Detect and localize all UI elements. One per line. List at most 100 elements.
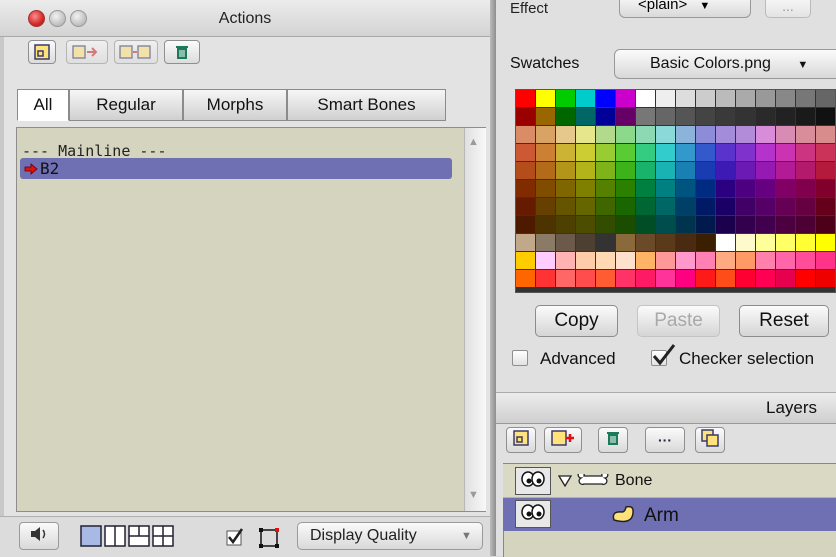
color-swatch[interactable] bbox=[756, 252, 775, 269]
color-swatch[interactable] bbox=[576, 108, 595, 125]
color-swatch-grid[interactable] bbox=[515, 89, 836, 293]
color-swatch[interactable] bbox=[796, 180, 815, 197]
color-swatch[interactable] bbox=[676, 126, 695, 143]
color-swatch[interactable] bbox=[536, 90, 555, 107]
color-swatch[interactable] bbox=[716, 162, 735, 179]
color-swatch[interactable] bbox=[736, 270, 755, 287]
checkbox-icon[interactable] bbox=[226, 527, 246, 552]
color-swatch[interactable] bbox=[656, 252, 675, 269]
color-swatch[interactable] bbox=[796, 234, 815, 251]
color-swatch[interactable] bbox=[596, 108, 615, 125]
color-swatch[interactable] bbox=[816, 90, 835, 107]
color-swatch[interactable] bbox=[696, 162, 715, 179]
color-swatch[interactable] bbox=[516, 234, 535, 251]
color-swatch[interactable] bbox=[696, 144, 715, 161]
color-swatch[interactable] bbox=[756, 216, 775, 233]
color-swatch[interactable] bbox=[776, 108, 795, 125]
color-swatch[interactable] bbox=[796, 108, 815, 125]
display-quality-select[interactable]: Display Quality bbox=[297, 522, 483, 550]
color-swatch[interactable] bbox=[656, 108, 675, 125]
color-swatch[interactable] bbox=[636, 126, 655, 143]
color-swatch[interactable] bbox=[736, 198, 755, 215]
color-swatch[interactable] bbox=[516, 108, 535, 125]
color-swatch[interactable] bbox=[716, 234, 735, 251]
color-swatch[interactable] bbox=[596, 216, 615, 233]
effect-select[interactable]: <plain> ▼ bbox=[619, 0, 751, 18]
color-swatch[interactable] bbox=[816, 216, 835, 233]
color-swatch[interactable] bbox=[736, 216, 755, 233]
color-swatch[interactable] bbox=[596, 162, 615, 179]
color-swatch[interactable] bbox=[696, 198, 715, 215]
color-swatch[interactable] bbox=[756, 126, 775, 143]
color-swatch[interactable] bbox=[596, 144, 615, 161]
color-swatch[interactable] bbox=[576, 198, 595, 215]
color-swatch[interactable] bbox=[616, 162, 635, 179]
color-swatch[interactable] bbox=[776, 252, 795, 269]
single-view-icon[interactable] bbox=[80, 525, 102, 552]
color-swatch[interactable] bbox=[516, 126, 535, 143]
color-swatch[interactable] bbox=[536, 270, 555, 287]
color-swatch[interactable] bbox=[556, 144, 575, 161]
bounding-box-icon[interactable] bbox=[258, 527, 280, 554]
color-swatch[interactable] bbox=[536, 108, 555, 125]
color-swatch[interactable] bbox=[556, 234, 575, 251]
color-swatch[interactable] bbox=[596, 126, 615, 143]
scroll-down-icon[interactable]: ▼ bbox=[468, 489, 479, 501]
color-swatch[interactable] bbox=[716, 144, 735, 161]
color-swatch[interactable] bbox=[756, 90, 775, 107]
color-swatch[interactable] bbox=[536, 162, 555, 179]
color-swatch[interactable] bbox=[776, 180, 795, 197]
color-swatch[interactable] bbox=[676, 216, 695, 233]
add-layer-button[interactable] bbox=[544, 427, 582, 453]
list-item-b2[interactable] bbox=[20, 158, 452, 179]
color-swatch[interactable] bbox=[796, 90, 815, 107]
color-swatch[interactable] bbox=[656, 216, 675, 233]
color-swatch[interactable] bbox=[756, 198, 775, 215]
disclosure-triangle-icon[interactable] bbox=[557, 474, 573, 492]
color-swatch[interactable] bbox=[536, 216, 555, 233]
color-swatch[interactable] bbox=[636, 216, 655, 233]
color-swatch[interactable] bbox=[576, 270, 595, 287]
tab-all[interactable]: All bbox=[17, 89, 69, 121]
color-swatch[interactable] bbox=[816, 126, 835, 143]
color-swatch[interactable] bbox=[656, 90, 675, 107]
color-swatch[interactable] bbox=[816, 108, 835, 125]
color-swatch[interactable] bbox=[796, 162, 815, 179]
color-swatch[interactable] bbox=[576, 234, 595, 251]
color-swatch[interactable] bbox=[516, 180, 535, 197]
color-swatch[interactable] bbox=[736, 234, 755, 251]
color-swatch[interactable] bbox=[736, 162, 755, 179]
color-swatch[interactable] bbox=[596, 252, 615, 269]
color-swatch[interactable] bbox=[756, 180, 775, 197]
color-swatch[interactable] bbox=[696, 108, 715, 125]
color-swatch[interactable] bbox=[696, 252, 715, 269]
delete-layer-button[interactable] bbox=[598, 427, 628, 453]
color-swatch[interactable] bbox=[816, 234, 835, 251]
color-swatch[interactable] bbox=[576, 162, 595, 179]
color-swatch[interactable] bbox=[696, 180, 715, 197]
color-swatch[interactable] bbox=[636, 162, 655, 179]
color-swatch[interactable] bbox=[596, 180, 615, 197]
color-swatch[interactable] bbox=[816, 270, 835, 287]
color-swatch[interactable] bbox=[676, 144, 695, 161]
color-swatch[interactable] bbox=[656, 234, 675, 251]
color-swatch[interactable] bbox=[796, 252, 815, 269]
copy-to-action-button[interactable] bbox=[66, 40, 108, 64]
paste-button[interactable]: Paste bbox=[637, 305, 720, 337]
color-swatch[interactable] bbox=[616, 198, 635, 215]
color-swatch[interactable] bbox=[536, 234, 555, 251]
color-swatch[interactable] bbox=[656, 180, 675, 197]
color-swatch[interactable] bbox=[676, 162, 695, 179]
color-swatch[interactable] bbox=[796, 144, 815, 161]
delete-action-button[interactable] bbox=[164, 40, 200, 64]
color-swatch[interactable] bbox=[556, 252, 575, 269]
color-swatch[interactable] bbox=[556, 126, 575, 143]
color-swatch[interactable] bbox=[716, 270, 735, 287]
color-swatch[interactable] bbox=[716, 90, 735, 107]
color-swatch[interactable] bbox=[516, 144, 535, 161]
color-swatch[interactable] bbox=[676, 180, 695, 197]
color-swatch[interactable] bbox=[556, 108, 575, 125]
color-swatch[interactable] bbox=[616, 270, 635, 287]
color-swatch[interactable] bbox=[616, 234, 635, 251]
color-swatch[interactable] bbox=[596, 198, 615, 215]
